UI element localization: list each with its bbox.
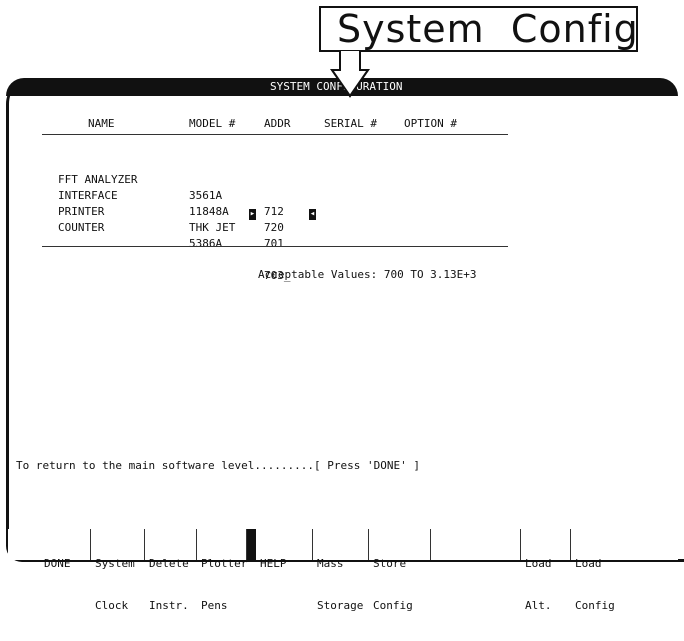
softkey-store-config[interactable]: Store Config xyxy=(368,529,430,612)
softkey-label: Load xyxy=(575,557,602,570)
device-model: 5386A xyxy=(189,237,223,250)
softkey-label: DONE xyxy=(44,557,71,570)
field-end-marker-icon: ◂ xyxy=(309,208,316,220)
header-name: NAME xyxy=(88,117,115,130)
softkey-label: Plotter xyxy=(201,557,248,570)
acceptable-values-hint: Acceptable Values: 700 TO 3.13E+3 xyxy=(258,268,477,281)
device-addr[interactable]: 701 xyxy=(264,236,284,252)
softkey-label: Mass xyxy=(317,557,344,570)
softkey-blank[interactable] xyxy=(430,529,520,560)
softkey-system-clock[interactable]: System Clock xyxy=(90,529,144,612)
softkey-label: Instr. xyxy=(149,599,189,612)
table-row: COUNTER 5386A ▸ 703_ ◂ xyxy=(58,204,316,300)
softkey-label: Storage xyxy=(317,599,364,612)
device-addr[interactable]: 720 xyxy=(264,220,284,236)
softkey-label: HELP xyxy=(260,557,287,570)
softkey-label: Delete xyxy=(149,557,189,570)
callout-label-box: System Config xyxy=(319,6,638,52)
header-model: MODEL # xyxy=(189,117,236,130)
softkey-separator xyxy=(246,529,256,560)
softkey-mass-storage[interactable]: Mass Storage xyxy=(312,529,368,612)
softkey-label: System xyxy=(95,557,135,570)
terminal-screen xyxy=(6,78,684,562)
header-option: OPTION # xyxy=(404,117,457,130)
device-name: COUNTER xyxy=(58,221,105,234)
return-instruction: To return to the main software level....… xyxy=(16,459,420,472)
device-model: THK JET xyxy=(189,221,236,234)
softkey-help[interactable]: HELP xyxy=(256,529,312,570)
callout-arrow-overlay-icon xyxy=(330,50,370,98)
softkey-delete-instr[interactable]: Delete Instr. xyxy=(144,529,196,612)
softkey-plotter-pens[interactable]: Plotter Pens xyxy=(196,529,247,612)
softkey-done[interactable]: DONE xyxy=(40,529,90,570)
softkey-label: Config xyxy=(575,599,615,612)
table-bottom-divider xyxy=(42,246,508,247)
softkey-label: Alt. xyxy=(525,599,552,612)
header-serial: SERIAL # xyxy=(324,117,377,130)
softkey-load-alt[interactable]: Load Alt. xyxy=(520,529,570,612)
softkey-bar: DONE System Clock Delete Instr. Plotter … xyxy=(8,529,678,612)
field-start-marker-icon: ▸ xyxy=(249,208,256,220)
softkey-label: Config xyxy=(373,599,413,612)
device-model: 11848A xyxy=(189,205,229,218)
header-divider xyxy=(42,134,508,135)
callout-label: System Config xyxy=(337,7,639,51)
softkey-label: Pens xyxy=(201,599,228,612)
softkey-load-config[interactable]: Load Config xyxy=(570,529,630,612)
softkey-label: Clock xyxy=(95,599,129,612)
device-addr[interactable]: 712 xyxy=(264,204,284,220)
device-model: 3561A xyxy=(189,189,223,202)
softkey-label: Store xyxy=(373,557,407,570)
softkey-label: Load xyxy=(525,557,552,570)
header-addr: ADDR xyxy=(264,117,291,130)
